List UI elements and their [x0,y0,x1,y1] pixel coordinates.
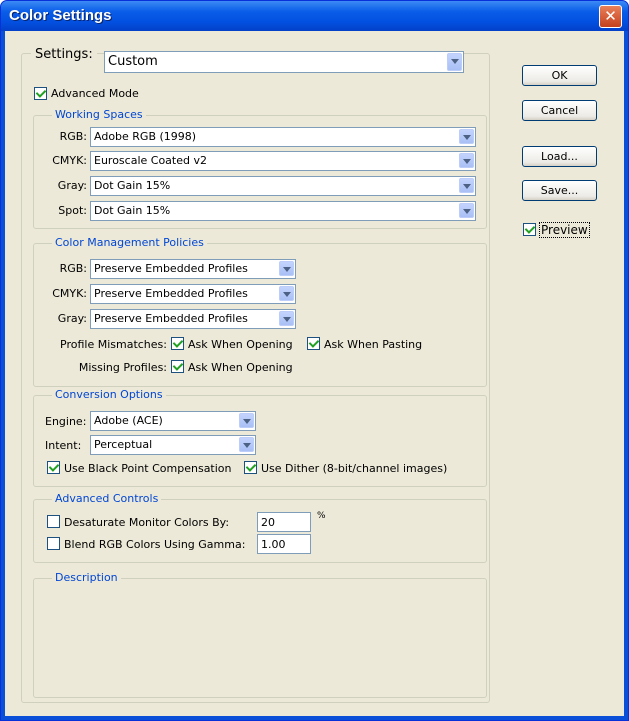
ws-rgb-label: RGB: [59,130,87,143]
desaturate-value[interactable] [258,513,310,531]
settings-select[interactable]: Custom [104,51,464,73]
ask-when-pasting-label: Ask When Pasting [324,338,423,351]
ws-gray-select[interactable]: Dot Gain 15% [90,176,476,196]
load-button[interactable]: Load... [522,146,597,167]
missing-profiles-label: Missing Profiles: [78,361,167,374]
cancel-button[interactable]: Cancel [522,100,597,121]
intent-label: Intent: [45,439,82,452]
ws-rgb-select[interactable]: Adobe RGB (1998) [90,127,476,147]
policy-cmyk-select[interactable]: Preserve Embedded Profiles [90,284,296,304]
chevron-down-icon [459,178,474,193]
close-icon: ✕ [604,7,617,25]
desaturate-input[interactable] [257,512,311,532]
description-group: Description [33,571,487,698]
ws-spot-label: Spot: [58,204,87,217]
working-spaces-legend: Working Spaces [52,108,146,121]
ok-button[interactable]: OK [522,65,597,86]
advanced-controls-legend: Advanced Controls [52,492,162,505]
percent-label: % [317,511,326,521]
dither-checkbox[interactable] [244,461,257,474]
chevron-down-icon [279,286,294,301]
dither-label: Use Dither (8-bit/channel images) [261,462,448,475]
engine-label: Engine: [45,415,87,428]
ws-cmyk-label: CMYK: [52,154,87,167]
desaturate-label: Desaturate Monitor Colors By: [64,516,230,529]
black-point-label: Use Black Point Compensation [64,462,232,475]
window-title: Color Settings [9,7,112,24]
blend-gamma-input[interactable] [257,534,311,554]
chevron-down-icon [459,129,474,144]
black-point-checkbox[interactable] [47,461,60,474]
color-settings-window: Color Settings ✕ Settings: Custom Advanc… [0,0,629,721]
blend-gamma-checkbox[interactable] [47,537,60,550]
preview-label: Preview [539,222,590,238]
profile-mismatches-label: Profile Mismatches: [60,338,167,351]
chevron-down-icon [459,203,474,218]
policy-rgb-label: RGB: [59,262,87,275]
preview-checkbox[interactable] [523,223,536,236]
dialog-client: Settings: Custom Advanced Mode Working S… [5,31,624,716]
ask-when-opening-checkbox[interactable] [171,337,184,350]
ask-when-opening-label: Ask When Opening [188,338,293,351]
chevron-down-icon [239,437,254,452]
chevron-down-icon [279,311,294,326]
title-bar[interactable]: Color Settings ✕ [1,1,628,31]
policies-legend: Color Management Policies [52,236,207,249]
advanced-mode-checkbox[interactable] [34,87,47,100]
advanced-mode-label: Advanced Mode [51,87,139,100]
missing-ask-when-opening-checkbox[interactable] [171,360,184,373]
policy-gray-select[interactable]: Preserve Embedded Profiles [90,309,296,329]
desaturate-checkbox[interactable] [47,515,60,528]
close-button[interactable]: ✕ [599,5,622,28]
description-legend: Description [52,571,121,584]
ws-gray-label: Gray: [57,179,87,192]
policy-cmyk-label: CMYK: [52,287,87,300]
chevron-down-icon [279,261,294,276]
save-button[interactable]: Save... [522,180,597,201]
ws-spot-select[interactable]: Dot Gain 15% [90,201,476,221]
blend-gamma-value[interactable] [258,535,310,553]
intent-select[interactable]: Perceptual [90,435,256,455]
conversion-legend: Conversion Options [52,388,166,401]
chevron-down-icon [447,53,462,71]
chevron-down-icon [459,153,474,168]
policy-gray-label: Gray: [57,312,87,325]
ask-when-pasting-checkbox[interactable] [307,337,320,350]
chevron-down-icon [239,413,254,428]
blend-gamma-label: Blend RGB Colors Using Gamma: [64,538,246,551]
settings-label: Settings: [31,47,97,62]
engine-select[interactable]: Adobe (ACE) [90,411,256,431]
ws-cmyk-select[interactable]: Euroscale Coated v2 [90,151,476,171]
missing-ask-when-opening-label: Ask When Opening [188,361,293,374]
policy-rgb-select[interactable]: Preserve Embedded Profiles [90,259,296,279]
